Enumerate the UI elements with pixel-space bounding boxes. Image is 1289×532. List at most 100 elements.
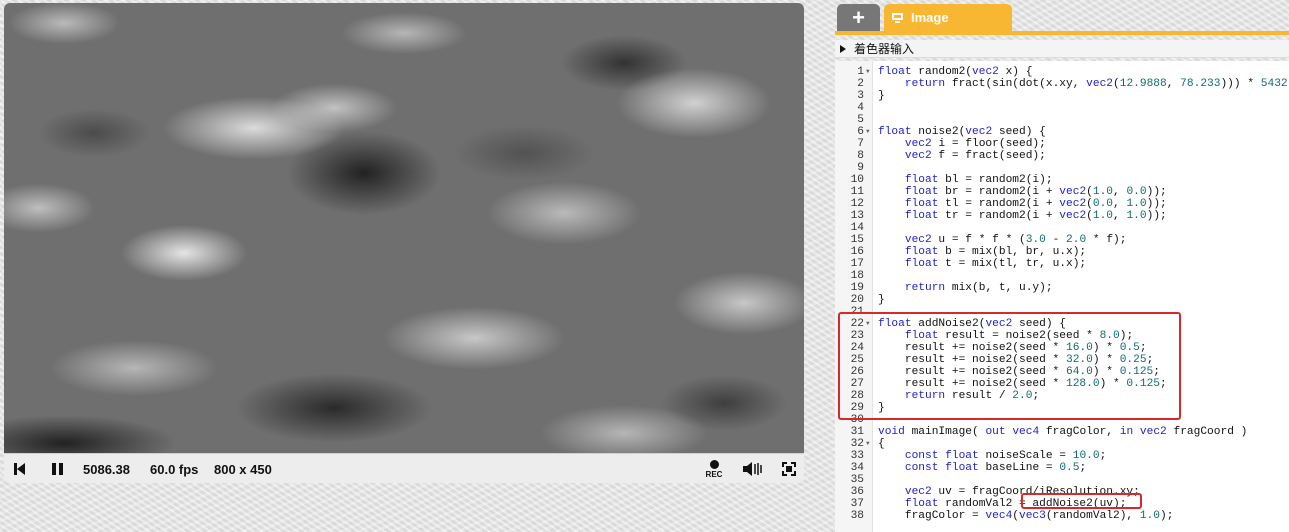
line-number: 36 xyxy=(850,486,864,498)
code-text: float tr = random2(i + vec2(1.0, 1.0)); xyxy=(904,210,1167,222)
line-number: 9 xyxy=(857,162,864,174)
code-text: const float noiseScale = 10.0; xyxy=(904,450,1107,462)
line-number: 13 xyxy=(850,210,864,222)
code-line[interactable]: 16 float b = mix(bl, br, u.x); xyxy=(835,246,1289,258)
rewind-icon[interactable] xyxy=(14,454,28,483)
code-text: float bl = random2(i); xyxy=(904,174,1053,186)
code-text: return mix(b, t, u.y); xyxy=(904,282,1053,294)
line-number: 17 xyxy=(850,258,864,270)
volume-icon[interactable] xyxy=(742,454,762,483)
line-number: 20 xyxy=(850,294,864,306)
line-number: 38 xyxy=(850,510,864,522)
shader-editor: + Image 着色器输入 1 ▼ float random2(vec2 x) {2… xyxy=(835,0,1289,532)
code-text: return fract(sin(dot(x.xy, vec2(12.9888,… xyxy=(904,78,1289,90)
record-button[interactable]: REC xyxy=(702,454,726,483)
highlight-box-addnoise-call xyxy=(1021,493,1142,509)
code-line[interactable]: 34 const float baseLine = 0.5; xyxy=(835,462,1289,474)
line-number: 14 xyxy=(850,222,864,234)
line-number: 32 xyxy=(850,438,864,450)
code-line[interactable]: 3} xyxy=(835,90,1289,102)
monitor-icon xyxy=(892,12,903,24)
fold-arrow-icon[interactable]: ▼ xyxy=(866,66,870,78)
tab-bar: + Image xyxy=(835,0,1289,32)
line-number: 37 xyxy=(850,498,864,510)
line-number: 10 xyxy=(850,174,864,186)
code-line[interactable]: 14 xyxy=(835,222,1289,234)
code-line[interactable]: 6 ▼ float noise2(vec2 seed) { xyxy=(835,126,1289,138)
line-number: 34 xyxy=(850,462,864,474)
highlight-box-addnoise-function xyxy=(838,312,1181,420)
line-number: 3 xyxy=(857,90,864,102)
shader-output-canvas[interactable] xyxy=(4,3,804,453)
code-text: float br = random2(i + vec2(1.0, 0.0)); xyxy=(904,186,1167,198)
code-line[interactable]: 10 float bl = random2(i); xyxy=(835,174,1289,186)
shader-player: 5086.38 60.0 fps 800 x 450 REC xyxy=(4,3,804,483)
tab-image[interactable]: Image xyxy=(884,4,1012,31)
code-line[interactable]: 7 vec2 i = floor(seed); xyxy=(835,138,1289,150)
record-icon xyxy=(709,459,719,469)
code-text: } xyxy=(878,90,885,102)
code-line[interactable]: 8 vec2 f = fract(seed); xyxy=(835,150,1289,162)
code-line[interactable]: 31 void mainImage( out vec4 fragColor, in… xyxy=(835,426,1289,438)
resolution-readout: 800 x 450 xyxy=(214,461,272,477)
expand-arrow-icon xyxy=(840,44,846,53)
line-number: 11 xyxy=(850,186,864,198)
plus-icon: + xyxy=(852,4,865,30)
code-line[interactable]: 20} xyxy=(835,294,1289,306)
time-readout: 5086.38 xyxy=(83,461,130,477)
code-text: void mainImage( out vec4 fragColor, in v… xyxy=(878,426,1248,438)
fold-arrow-icon[interactable]: ▼ xyxy=(866,126,870,138)
line-number: 33 xyxy=(850,450,864,462)
code-line[interactable]: 5 xyxy=(835,114,1289,126)
line-number: 18 xyxy=(850,270,864,282)
player-controls: 5086.38 60.0 fps 800 x 450 REC xyxy=(4,453,804,483)
fold-arrow-icon[interactable]: ▼ xyxy=(866,438,870,450)
code-line[interactable]: 12 float tl = random2(i + vec2(0.0, 1.0)… xyxy=(835,198,1289,210)
code-line[interactable]: 2 return fract(sin(dot(x.xy, vec2(12.988… xyxy=(835,78,1289,90)
code-line[interactable]: 38 fragColor = vec4(vec3(randomVal2), 1.… xyxy=(835,510,1289,522)
code-line[interactable]: 1 ▼ float random2(vec2 x) { xyxy=(835,66,1289,78)
code-line[interactable]: 32 ▼ { xyxy=(835,438,1289,450)
line-number: 8 xyxy=(857,150,864,162)
code-line[interactable]: 33 const float noiseScale = 10.0; xyxy=(835,450,1289,462)
line-number: 1 xyxy=(857,66,864,78)
code-line[interactable]: 15 vec2 u = f * f * (3.0 - 2.0 * f); xyxy=(835,234,1289,246)
code-line[interactable]: 9 xyxy=(835,162,1289,174)
code-line[interactable]: 19 return mix(b, t, u.y); xyxy=(835,282,1289,294)
shader-inputs-toggle[interactable]: 着色器输入 xyxy=(835,40,1289,58)
line-number: 6 xyxy=(857,126,864,138)
line-number: 4 xyxy=(857,102,864,114)
code-line[interactable]: 13 float tr = random2(i + vec2(1.0, 1.0)… xyxy=(835,210,1289,222)
line-number: 7 xyxy=(857,138,864,150)
line-number: 5 xyxy=(857,114,864,126)
code-text: { xyxy=(878,438,885,450)
code-line[interactable]: 4 xyxy=(835,102,1289,114)
pause-icon[interactable] xyxy=(52,454,66,483)
code-text: const float baseLine = 0.5; xyxy=(904,462,1087,474)
line-number: 15 xyxy=(850,234,864,246)
tab-image-label: Image xyxy=(911,10,949,25)
fullscreen-icon[interactable] xyxy=(782,454,796,483)
line-number: 19 xyxy=(850,282,864,294)
code-text: float noise2(vec2 seed) { xyxy=(878,126,1046,138)
line-number: 12 xyxy=(850,198,864,210)
code-line[interactable]: 11 float br = random2(i + vec2(1.0, 0.0)… xyxy=(835,186,1289,198)
code-text: float t = mix(tl, tr, u.x); xyxy=(904,258,1087,270)
line-number: 2 xyxy=(857,78,864,90)
code-text: vec2 i = floor(seed); xyxy=(904,138,1046,150)
line-number: 31 xyxy=(850,426,864,438)
record-label: REC xyxy=(705,469,723,479)
code-line[interactable]: 35 xyxy=(835,474,1289,486)
tab-underline xyxy=(835,31,1289,35)
add-tab-button[interactable]: + xyxy=(837,4,880,31)
code-text: float tl = random2(i + vec2(0.0, 1.0)); xyxy=(904,198,1167,210)
fps-readout: 60.0 fps xyxy=(150,461,199,477)
code-text: float random2(vec2 x) { xyxy=(878,66,1033,78)
shader-inputs-label: 着色器输入 xyxy=(854,42,915,56)
code-line[interactable]: 18 xyxy=(835,270,1289,282)
code-line[interactable]: 17 float t = mix(tl, tr, u.x); xyxy=(835,258,1289,270)
line-number: 16 xyxy=(850,246,864,258)
code-text: vec2 f = fract(seed); xyxy=(904,150,1046,162)
code-text: float b = mix(bl, br, u.x); xyxy=(904,246,1087,258)
code-editor[interactable]: 1 ▼ float random2(vec2 x) {2 return fract(… xyxy=(835,61,1289,532)
